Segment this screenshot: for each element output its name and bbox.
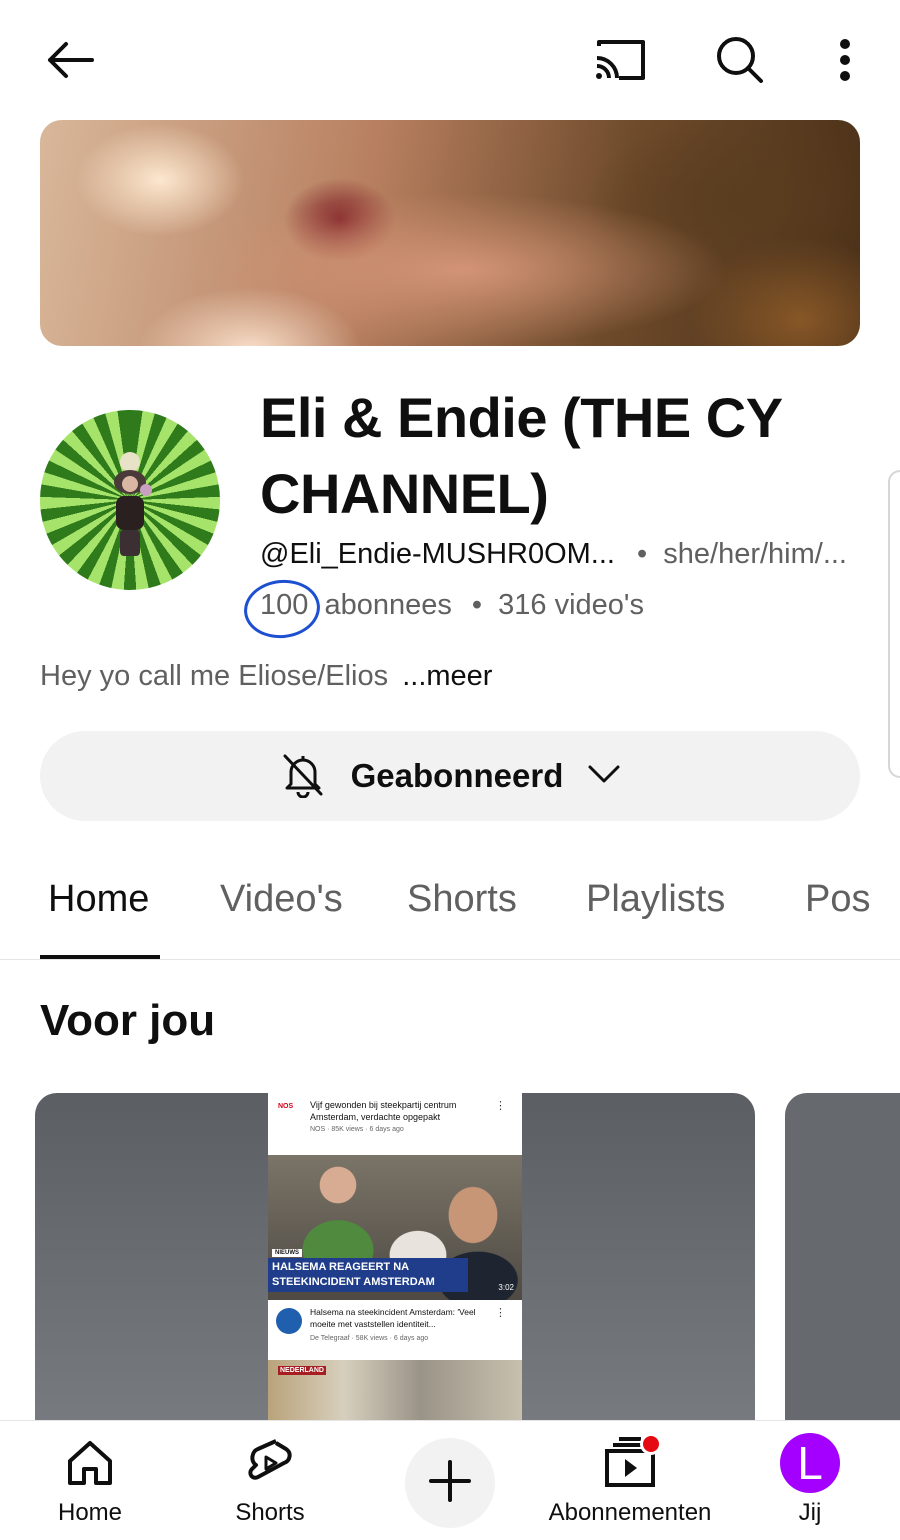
more-link[interactable]: ...meer <box>402 660 492 692</box>
channel-tabs: Home Video's Shorts Playlists Pos <box>0 860 900 960</box>
featured-video-card[interactable]: NOS Vijf gewonden bij steekpartij centru… <box>35 1093 755 1423</box>
active-tab-indicator <box>40 955 160 959</box>
thumb-more-icon: ⋮ <box>495 1100 506 1112</box>
subscriber-label: abonnees <box>324 589 452 621</box>
thumb-headline: HALSEMA REAGEERT NA STEEKINCIDENT AMSTER… <box>268 1258 468 1292</box>
thumb-street-image: NEDERLAND <box>268 1360 522 1423</box>
section-title: Voor jou <box>40 996 216 1045</box>
next-video-card[interactable] <box>785 1093 900 1423</box>
bell-off-icon <box>279 750 327 803</box>
thumb-item-meta: De Telegraaf · 58K views · 6 days ago <box>310 1335 429 1342</box>
tab-videos[interactable]: Video's <box>220 878 343 921</box>
create-button[interactable] <box>405 1438 495 1528</box>
nav-subscriptions[interactable]: Abonnementen <box>540 1421 720 1540</box>
thumb-item-title: Vijf gewonden bij steekpartij centrum Am… <box>310 1100 457 1122</box>
chevron-down-icon <box>587 763 621 790</box>
you-avatar-wrap: L <box>780 1433 840 1493</box>
thumb-duration: 3:02 <box>498 1283 514 1292</box>
thumb-item-title: Halsema na steekincident Amsterdam: 'Vee… <box>310 1307 476 1329</box>
more-vert-icon[interactable] <box>813 28 877 92</box>
channel-pronouns: she/her/him/... <box>663 538 847 570</box>
tab-shorts[interactable]: Shorts <box>407 878 517 921</box>
avatar-figure-icon <box>114 452 152 556</box>
meta-separator: • <box>637 538 648 570</box>
bottom-navigation: Home Shorts Abonnementen L Jij <box>0 1420 900 1540</box>
notification-dot <box>640 1433 662 1455</box>
channel-handle: @Eli_Endie-MUSHR0OM... <box>260 538 615 570</box>
cast-icon[interactable] <box>588 28 652 92</box>
nos-logo: NOS <box>278 1103 294 1110</box>
telegraaf-logo <box>276 1308 302 1334</box>
subscribed-button[interactable]: Geabonneerd <box>40 731 860 821</box>
tab-home[interactable]: Home <box>48 878 149 921</box>
nav-subscriptions-label: Abonnementen <box>548 1499 712 1526</box>
thumb-more-icon: ⋮ <box>495 1307 506 1319</box>
thumb-image: NIEUWS HALSEMA REAGEERT NA STEEKINCIDENT… <box>268 1155 522 1300</box>
description-text: Hey yo call me Eliose/Elios <box>40 660 389 692</box>
hand-drawn-circle-annotation <box>241 576 323 642</box>
tab-playlists[interactable]: Playlists <box>586 878 725 921</box>
nav-shorts-label: Shorts <box>235 1499 305 1526</box>
you-avatar: L <box>780 1433 840 1493</box>
thumb-street-tag: NEDERLAND <box>278 1366 326 1375</box>
plus-icon <box>429 1459 471 1507</box>
channel-meta-line: @Eli_Endie-MUSHR0OM... • she/her/him/... <box>260 538 847 571</box>
thumb-item-meta: NOS · 85K views · 6 days ago <box>310 1126 404 1133</box>
search-icon[interactable] <box>708 28 772 92</box>
nav-you[interactable]: L Jij <box>770 1421 850 1540</box>
stats-separator: • <box>471 589 483 621</box>
top-bar <box>0 0 900 120</box>
thumb-list-item: Halsema na steekincident Amsterdam: 'Vee… <box>268 1300 522 1360</box>
nav-shorts[interactable]: Shorts <box>220 1421 320 1540</box>
back-arrow-icon[interactable] <box>38 28 102 92</box>
side-panel-handle[interactable] <box>888 470 900 778</box>
home-icon <box>64 1435 116 1491</box>
subscribed-label: Geabonneerd <box>350 757 564 794</box>
channel-banner <box>40 120 860 346</box>
nav-home[interactable]: Home <box>40 1421 140 1540</box>
video-thumbnail: NOS Vijf gewonden bij steekpartij centru… <box>268 1093 522 1423</box>
shorts-icon <box>246 1435 294 1491</box>
channel-description[interactable]: Hey yo call me Eliose/Elios ...meer <box>40 660 492 693</box>
video-count: 316 video's <box>498 589 644 621</box>
thumb-tag: NIEUWS <box>272 1249 302 1257</box>
thumb-list-item: NOS Vijf gewonden bij steekpartij centru… <box>268 1093 522 1155</box>
nav-you-label: Jij <box>798 1499 822 1526</box>
channel-name: Eli & Endie (THE CY CHANNEL) <box>260 386 782 525</box>
tab-posts[interactable]: Pos <box>805 878 870 921</box>
channel-avatar[interactable] <box>40 410 220 590</box>
nav-home-label: Home <box>57 1499 123 1526</box>
